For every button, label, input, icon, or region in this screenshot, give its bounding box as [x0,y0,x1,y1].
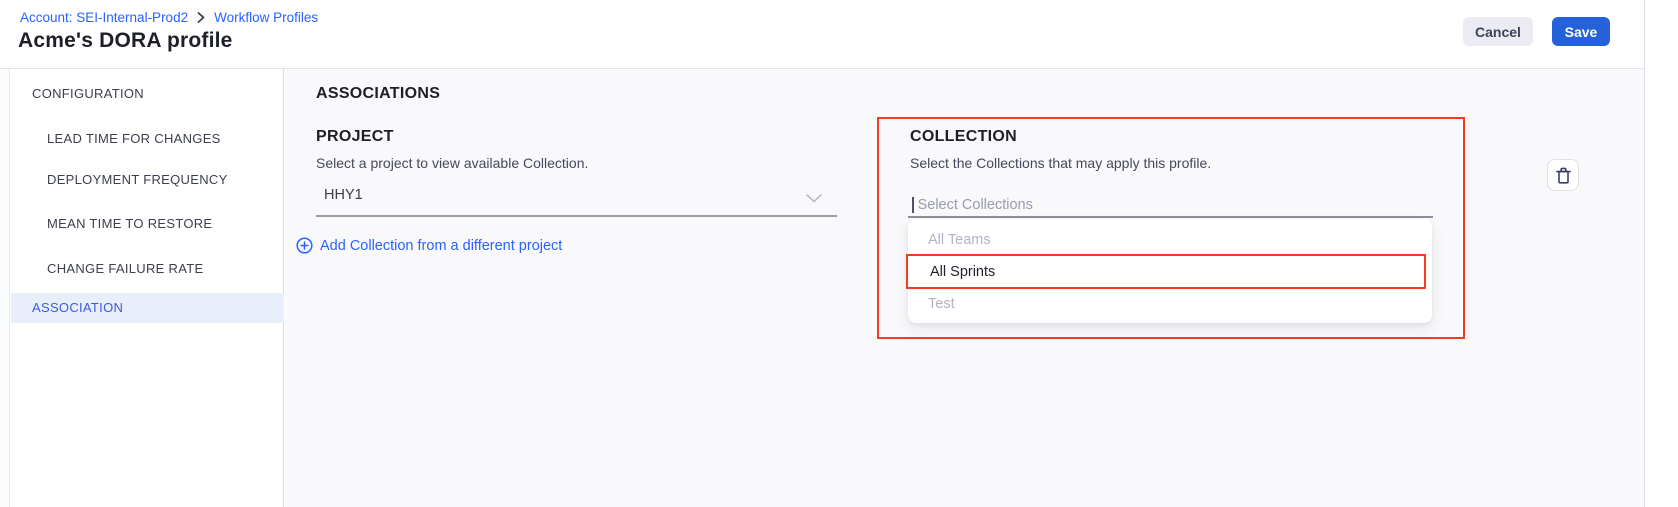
breadcrumb-workflow-profiles-link[interactable]: Workflow Profiles [214,10,318,25]
collection-heading: COLLECTION [910,128,1017,146]
option-all-sprints-label: All Sprints [930,264,995,280]
sidebar-item-association-label: ASSOCIATION [32,293,123,323]
add-collection-link[interactable]: Add Collection from a different project [296,237,562,254]
text-cursor [912,197,914,213]
collection-description: Select the Collections that may apply th… [910,155,1211,171]
project-description: Select a project to view available Colle… [316,155,588,171]
option-all-teams[interactable]: All Teams [928,232,991,248]
collection-select-field[interactable] [912,195,1218,214]
delete-association-button[interactable] [1547,159,1579,191]
option-test[interactable]: Test [928,296,955,312]
sidebar-item-configuration[interactable]: CONFIGURATION [32,86,144,101]
project-heading: PROJECT [316,128,394,146]
workflow-profile-page: Account: SEI-Internal-Prod2 Workflow Pro… [0,0,1678,507]
collection-select-underline [908,216,1433,218]
breadcrumb: Account: SEI-Internal-Prod2 Workflow Pro… [20,10,318,25]
page-header: Account: SEI-Internal-Prod2 Workflow Pro… [0,0,1678,69]
associations-heading: ASSOCIATIONS [316,85,440,103]
page-title: Acme's DORA profile [18,29,233,53]
left-edge-gutter [0,69,10,507]
header-actions: Cancel Save [1463,17,1610,46]
save-button[interactable]: Save [1552,17,1610,46]
breadcrumb-chevron-icon [197,12,205,23]
collection-search-input[interactable] [918,197,1218,213]
right-edge-gutter [1644,0,1678,507]
chevron-down-icon[interactable] [806,190,822,208]
profile-sections-sidebar: CONFIGURATION LEAD TIME FOR CHANGES DEPL… [11,69,284,507]
project-select-underline [316,215,837,217]
collection-options-dropdown: All Teams All Sprints Test [908,219,1432,323]
sidebar-item-mean-time-to-restore[interactable]: MEAN TIME TO RESTORE [47,216,212,231]
cancel-button[interactable]: Cancel [1463,17,1533,46]
trash-icon [1556,167,1571,184]
add-collection-link-label: Add Collection from a different project [320,238,562,254]
sidebar-item-change-failure-rate[interactable]: CHANGE FAILURE RATE [47,261,203,276]
sidebar-item-lead-time-for-changes[interactable]: LEAD TIME FOR CHANGES [47,131,221,146]
associations-panel: ASSOCIATIONS PROJECT Select a project to… [285,69,1644,507]
breadcrumb-account-link[interactable]: Account: SEI-Internal-Prod2 [20,10,188,25]
sidebar-item-association[interactable]: ASSOCIATION [11,293,284,323]
option-all-sprints[interactable]: All Sprints [906,254,1426,289]
plus-circle-icon [296,237,313,254]
project-select-value[interactable]: HHY1 [324,187,363,203]
sidebar-item-deployment-frequency[interactable]: DEPLOYMENT FREQUENCY [47,172,228,187]
